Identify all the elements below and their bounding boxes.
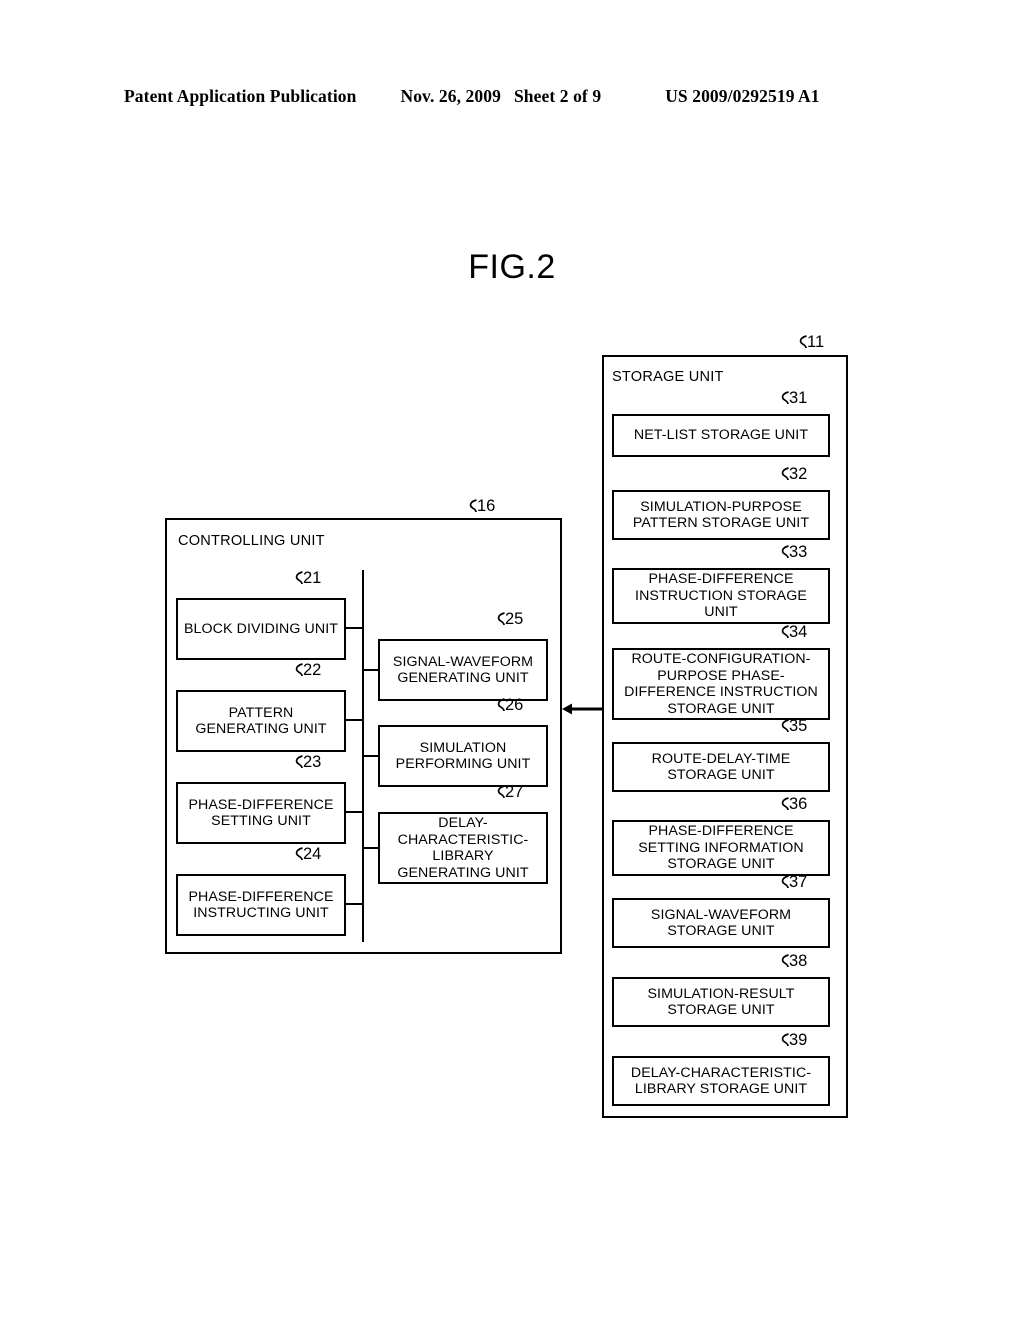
phase-difference-setting-information-storage-unit-label: PHASE-DIFFERENCE SETTING INFORMATION STO… (638, 823, 804, 873)
ref-numeral-35: 35 (780, 718, 807, 735)
ref-numeral-32-text: 32 (789, 465, 808, 483)
pattern-generating-unit-box[interactable]: PATTERN GENERATING UNIT (176, 690, 346, 752)
simulation-result-storage-unit-box[interactable]: SIMULATION-RESULT STORAGE UNIT (612, 977, 830, 1027)
phase-difference-instructing-unit-box[interactable]: PHASE-DIFFERENCE INSTRUCTING UNIT (176, 874, 346, 936)
ref-numeral-25: 25 (496, 611, 523, 628)
phase-difference-setting-information-storage-unit-box[interactable]: PHASE-DIFFERENCE SETTING INFORMATION STO… (612, 820, 830, 876)
figure-title: FIG.2 (468, 248, 556, 286)
net-list-storage-unit-label: NET-LIST STORAGE UNIT (633, 427, 809, 444)
ref-numeral-27-text: 27 (505, 783, 524, 801)
ref-numeral-21: 21 (294, 570, 321, 587)
ref-numeral-37: 37 (780, 874, 807, 891)
header-sheet: Sheet 2 of 9 (513, 86, 602, 106)
stub-27 (362, 847, 380, 850)
ref-numeral-26-text: 26 (505, 696, 524, 714)
signal-waveform-storage-unit-label: SIGNAL-WAVEFORM STORAGE UNIT (650, 906, 792, 940)
route-configuration-purpose-phase-difference-instruction-storage-unit-box[interactable]: ROUTE-CONFIGURATION-PURPOSE PHASE-DIFFER… (612, 648, 830, 720)
ref-numeral-21-text: 21 (303, 569, 322, 587)
ref-numeral-33: 33 (780, 544, 807, 561)
ref-numeral-24: 24 (294, 846, 321, 863)
ref-numeral-23-text: 23 (303, 753, 322, 771)
ref-numeral-33-text: 33 (789, 543, 808, 561)
simulation-performing-unit-label: SIMULATION PERFORMING UNIT (395, 739, 531, 773)
ref-numeral-38-text: 38 (789, 952, 808, 970)
ref-numeral-37-text: 37 (789, 873, 808, 891)
ref-numeral-31-text: 31 (789, 389, 808, 407)
phase-difference-instruction-storage-unit-label: PHASE-DIFFERENCE INSTRUCTION STORAGE UNI… (635, 571, 807, 621)
ref-numeral-22: 22 (294, 662, 321, 679)
stub-22 (346, 719, 364, 722)
route-delay-time-storage-unit-label: ROUTE-DELAY-TIME STORAGE UNIT (651, 750, 791, 784)
simulation-performing-unit-box[interactable]: SIMULATION PERFORMING UNIT (378, 725, 548, 787)
phase-difference-instruction-storage-unit-box[interactable]: PHASE-DIFFERENCE INSTRUCTION STORAGE UNI… (612, 568, 830, 624)
ref-numeral-23: 23 (294, 754, 321, 771)
ref-numeral-39-text: 39 (789, 1031, 808, 1049)
ref-numeral-36-text: 36 (789, 795, 808, 813)
phase-difference-setting-unit-box[interactable]: PHASE-DIFFERENCE SETTING UNIT (176, 782, 346, 844)
ref-numeral-27: 27 (496, 784, 523, 801)
stub-24 (346, 903, 364, 906)
ref-numeral-31: 31 (780, 390, 807, 407)
block-dividing-unit-box[interactable]: BLOCK DIVIDING UNIT (176, 598, 346, 660)
page-header: Patent Application Publication Nov. 26, … (124, 86, 900, 112)
stub-26 (362, 755, 380, 758)
block-dividing-unit-label: BLOCK DIVIDING UNIT (183, 620, 339, 637)
simulation-purpose-pattern-storage-unit-box[interactable]: SIMULATION-PURPOSE PATTERN STORAGE UNIT (612, 490, 830, 540)
ref-numeral-35-text: 35 (789, 717, 808, 735)
ref-numeral-26: 26 (496, 697, 523, 714)
ref-numeral-32: 32 (780, 466, 807, 483)
stub-21 (346, 627, 364, 630)
header-patent-number: US 2009/0292519 A1 (665, 86, 820, 106)
ref-numeral-34: 34 (780, 624, 807, 641)
controlling-unit-title: CONTROLLING UNIT (178, 533, 325, 549)
header-date: Nov. 26, 2009 (400, 86, 501, 106)
signal-waveform-storage-unit-box[interactable]: SIGNAL-WAVEFORM STORAGE UNIT (612, 898, 830, 948)
ref-numeral-16-text: 16 (477, 497, 496, 515)
pattern-generating-unit-label: PATTERN GENERATING UNIT (195, 704, 327, 738)
simulation-result-storage-unit-label: SIMULATION-RESULT STORAGE UNIT (647, 985, 795, 1019)
signal-waveform-generating-unit-box[interactable]: SIGNAL-WAVEFORM GENERATING UNIT (378, 639, 548, 701)
ref-numeral-39: 39 (780, 1032, 807, 1049)
delay-characteristic-library-generating-unit-box[interactable]: DELAY-CHARACTERISTIC-LIBRARY GENERATING … (378, 812, 548, 884)
storage-unit-title: STORAGE UNIT (612, 369, 724, 385)
ref-numeral-16: 16 (468, 498, 495, 515)
delay-characteristic-library-storage-unit-box[interactable]: DELAY-CHARACTERISTIC-LIBRARY STORAGE UNI… (612, 1056, 830, 1106)
ref-numeral-11-text: 11 (807, 333, 825, 351)
route-configuration-purpose-phase-difference-instruction-storage-unit-label: ROUTE-CONFIGURATION-PURPOSE PHASE-DIFFER… (624, 651, 818, 717)
header-publication: Patent Application Publication (124, 86, 357, 106)
simulation-purpose-pattern-storage-unit-label: SIMULATION-PURPOSE PATTERN STORAGE UNIT (632, 498, 810, 532)
delay-characteristic-library-storage-unit-label: DELAY-CHARACTERISTIC-LIBRARY STORAGE UNI… (630, 1064, 812, 1098)
stub-25 (362, 669, 380, 672)
ref-numeral-34-text: 34 (789, 623, 808, 641)
signal-waveform-generating-unit-label: SIGNAL-WAVEFORM GENERATING UNIT (392, 653, 534, 687)
ref-numeral-11: 11 (798, 334, 824, 351)
ref-numeral-38: 38 (780, 953, 807, 970)
route-delay-time-storage-unit-box[interactable]: ROUTE-DELAY-TIME STORAGE UNIT (612, 742, 830, 792)
ref-numeral-22-text: 22 (303, 661, 322, 679)
net-list-storage-unit-box[interactable]: NET-LIST STORAGE UNIT (612, 414, 830, 457)
delay-characteristic-library-generating-unit-label: DELAY-CHARACTERISTIC-LIBRARY GENERATING … (397, 815, 529, 881)
ref-numeral-36: 36 (780, 796, 807, 813)
stub-23 (346, 811, 364, 814)
phase-difference-instructing-unit-label: PHASE-DIFFERENCE INSTRUCTING UNIT (188, 888, 334, 922)
ref-numeral-25-text: 25 (505, 610, 524, 628)
phase-difference-setting-unit-label: PHASE-DIFFERENCE SETTING UNIT (188, 796, 334, 830)
ref-numeral-24-text: 24 (303, 845, 322, 863)
